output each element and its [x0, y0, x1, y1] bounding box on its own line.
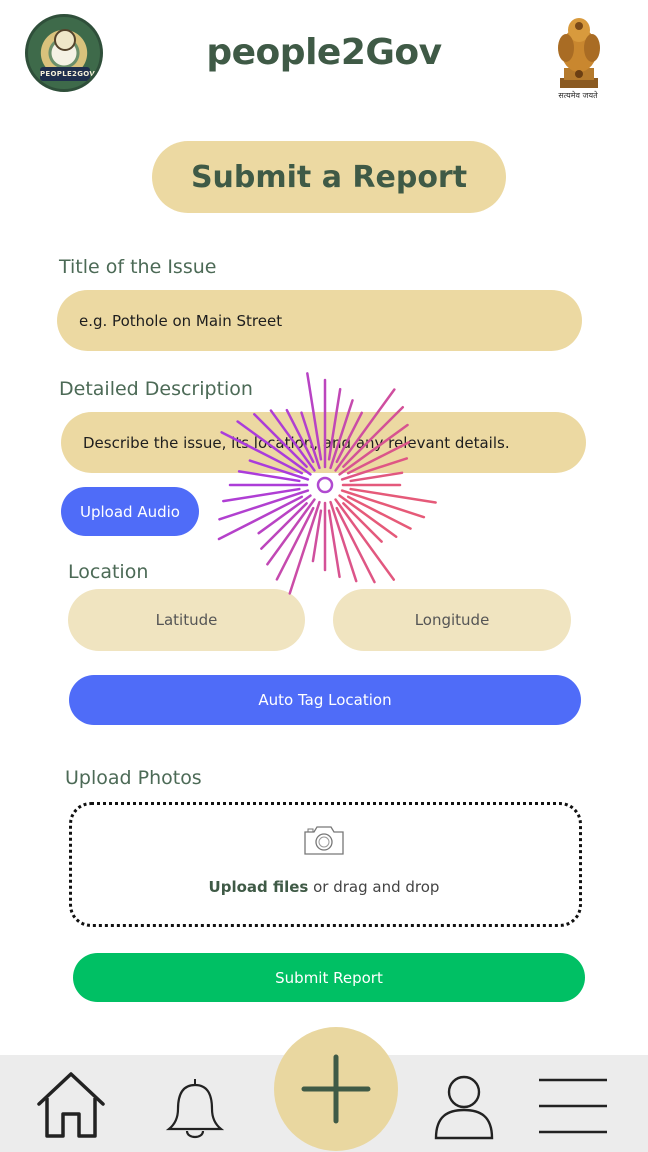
submit-report-button[interactable]: Submit Report [73, 953, 585, 1002]
longitude-input[interactable]: Longitude [333, 589, 571, 651]
emblem-caption: सत्यमेव जयते [558, 91, 598, 100]
home-icon[interactable] [35, 1070, 107, 1140]
burst-ray [257, 494, 312, 535]
description-placeholder: Describe the issue, its location, and an… [83, 433, 510, 452]
title-label: Title of the Issue [59, 256, 217, 278]
upload-files-link[interactable]: Upload files [209, 878, 309, 896]
add-report-button[interactable] [274, 1027, 398, 1151]
burst-ray [338, 494, 398, 538]
latitude-input[interactable]: Latitude [68, 589, 305, 651]
burst-ray [349, 471, 404, 483]
burst-ray [340, 489, 426, 519]
burst-ray [349, 487, 437, 504]
auto-tag-location-button[interactable]: Auto Tag Location [69, 675, 581, 725]
burst-ray [342, 502, 383, 543]
page-title: Submit a Report [152, 141, 506, 213]
bell-icon[interactable] [165, 1075, 225, 1143]
burst-ray [311, 509, 323, 563]
camera-icon [304, 826, 344, 855]
drag-drop-text: or drag and drop [308, 878, 440, 896]
description-input[interactable]: Describe the issue, its location, and an… [61, 412, 586, 473]
burst-ray [327, 509, 341, 579]
title-input[interactable]: e.g. Pothole on Main Street [57, 290, 582, 351]
description-label: Detailed Description [59, 378, 253, 400]
burst-ray [288, 500, 321, 595]
burst-ray [329, 500, 358, 583]
photo-dropzone[interactable] [69, 802, 582, 927]
burst-ray [260, 502, 308, 550]
location-label: Location [68, 561, 149, 583]
profile-icon[interactable] [432, 1072, 496, 1140]
burst-ray [346, 495, 412, 530]
title-placeholder: e.g. Pothole on Main Street [79, 311, 283, 330]
upload-photos-label: Upload Photos [65, 767, 202, 789]
burst-ray [222, 487, 301, 503]
burst-ray [275, 506, 315, 581]
menu-icon[interactable] [537, 1074, 609, 1138]
burst-center [316, 476, 334, 494]
dropzone-text: Upload files or drag and drop [0, 878, 648, 896]
upload-audio-button[interactable]: Upload Audio [61, 487, 199, 536]
burst-ray [334, 498, 396, 581]
burst-ray [217, 495, 304, 541]
app-title: people2Gov [206, 32, 442, 73]
burst-ray [218, 489, 310, 521]
burst-ray [335, 506, 376, 584]
burst-ray [266, 498, 316, 566]
plus-icon [301, 1054, 371, 1124]
